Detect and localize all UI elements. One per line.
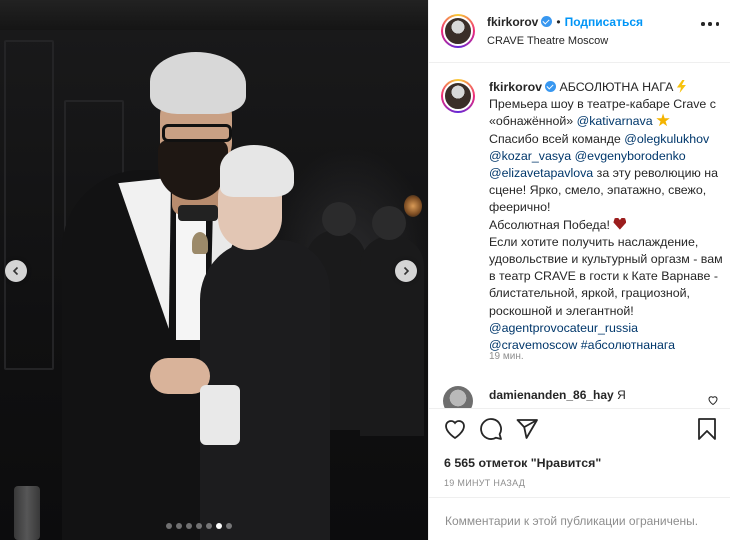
mention-link[interactable]: @evgenyborodenko [575, 149, 686, 163]
hashtag-link[interactable]: #абсолютнанага [581, 338, 675, 352]
caption-title: АБСОЛЮТНА НАГА [559, 80, 674, 94]
carousel-prev-button[interactable] [5, 260, 27, 282]
verified-icon [541, 16, 553, 27]
likes-count[interactable]: 6 565 отметок "Нравится" [444, 456, 601, 470]
comments-restricted-notice: Комментарии к этой публикации ограничены… [429, 497, 730, 540]
save-button[interactable] [695, 417, 719, 441]
heart-icon [445, 420, 465, 440]
avatar[interactable] [441, 14, 475, 48]
action-bar [429, 408, 730, 448]
post-date[interactable]: 19 МИНУТ НАЗАД [444, 478, 525, 488]
carousel-dot [196, 523, 202, 529]
like-button[interactable] [443, 417, 467, 441]
more-options-icon[interactable] [701, 22, 719, 26]
caption-line: Абсолютная Победа! [489, 217, 610, 232]
caption-text: fkirkorov АБСОЛЮТНА НАГА Премьера шоу в … [489, 79, 725, 354]
post-header: fkirkorov • Подписаться CRAVE Theatre Mosc… [429, 0, 730, 63]
carousel-dot [226, 523, 232, 529]
caption: fkirkorov АБСОЛЮТНА НАГА Премьера шоу в … [429, 63, 730, 381]
share-button[interactable] [515, 417, 539, 441]
carousel-dot [216, 523, 222, 529]
caption-timestamp: 19 мин. [489, 351, 524, 362]
avatar[interactable] [441, 79, 475, 113]
background-person-head [372, 206, 406, 240]
mention-link[interactable]: @cravemoscow [489, 338, 577, 352]
caption-username[interactable]: fkirkorov [489, 80, 542, 94]
post-photo[interactable] [0, 0, 428, 540]
post-sidebar: fkirkorov • Подписаться CRAVE Theatre Mosc… [428, 0, 730, 540]
comment-icon [480, 418, 502, 440]
separator: • [556, 15, 561, 29]
heart-emoji-icon [613, 217, 627, 230]
username-link[interactable]: fkirkorov [487, 15, 538, 29]
carousel-dot [206, 523, 212, 529]
caption-line: Спасибо всей команде [489, 131, 621, 146]
carousel-dot [166, 523, 172, 529]
comment-button[interactable] [479, 417, 503, 441]
wine-glass [14, 486, 40, 540]
mention-link[interactable]: @kativarnava [577, 114, 653, 128]
carousel-next-button[interactable] [395, 260, 417, 282]
location-link[interactable]: CRAVE Theatre Moscow [487, 35, 608, 47]
mention-link[interactable]: @agentprovocateur_russia [489, 321, 638, 335]
verified-icon [545, 81, 557, 92]
header-user-line: fkirkorov • Подписаться [487, 15, 643, 29]
carousel-dot [176, 523, 182, 529]
comment-body: Я [617, 388, 626, 402]
mention-link[interactable]: @olegkulukhov [624, 132, 709, 146]
wall-lamp [404, 195, 422, 217]
ceiling [0, 0, 428, 30]
comment-username[interactable]: damienanden_86_hay [489, 388, 614, 402]
paper-plane-icon [516, 419, 538, 439]
comment-text: damienanden_86_hay Я [489, 388, 626, 402]
man-glasses [162, 124, 232, 142]
mention-link[interactable]: @kozar_vasya [489, 149, 571, 163]
man-brooch [192, 232, 208, 254]
carousel-dot [186, 523, 192, 529]
woman-sleeve [200, 385, 240, 445]
heart-icon[interactable] [707, 394, 719, 406]
chevron-right-icon [403, 266, 410, 276]
man-bowtie [178, 205, 218, 221]
sparkle-icon [656, 113, 670, 127]
wall-panel [4, 40, 54, 370]
lightning-icon [676, 80, 686, 93]
carousel-indicator [166, 523, 232, 529]
caption-line: Если хотите получить наслаждение, удовол… [489, 234, 723, 318]
woman-hair [220, 145, 294, 197]
avatar[interactable] [443, 386, 473, 408]
follow-button[interactable]: Подписаться [565, 15, 643, 29]
comment-item: damienanden_86_hay Я [429, 382, 730, 408]
bookmark-icon [698, 418, 716, 440]
mention-link[interactable]: @elizavetapavlova [489, 166, 593, 180]
man-hair [150, 52, 246, 114]
background-person-head [322, 202, 356, 236]
chevron-left-icon [12, 266, 19, 276]
